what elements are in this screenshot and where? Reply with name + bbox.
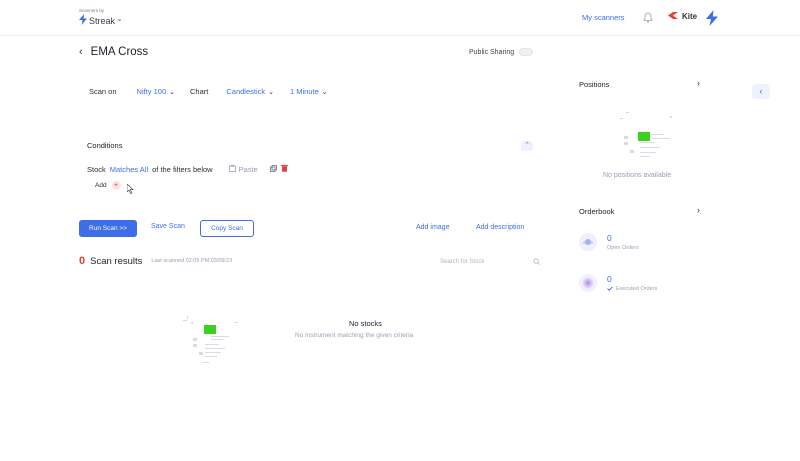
positions-title: Positions — [579, 80, 610, 89]
scan-on-dropdown[interactable]: Nifty 100 ⌄ — [137, 87, 175, 96]
empty-results-illustration — [183, 316, 239, 366]
orderbook-title: Orderbook — [579, 207, 615, 216]
copy-scan-button[interactable]: Copy Scan — [200, 220, 254, 237]
paste-button[interactable]: Paste — [228, 164, 258, 174]
interval-dropdown[interactable]: 1 Minute ⌄ — [290, 87, 328, 96]
save-scan-button[interactable]: Save Scan — [151, 223, 185, 230]
chevron-down-icon: ⌄ — [169, 88, 176, 96]
streak-bolt-button-icon[interactable] — [706, 10, 718, 28]
my-scanners-link[interactable]: My scanners — [582, 13, 625, 22]
kite-account[interactable]: Kite — [668, 12, 697, 21]
filter-row: Stock Matches All of the filters below P… — [87, 164, 288, 174]
no-positions-illustration — [620, 112, 678, 168]
chevron-down-icon: ⌄ — [268, 88, 275, 96]
scan-on-value: Nifty 100 — [136, 87, 167, 96]
run-scan-button[interactable]: Run Scan >> — [79, 220, 137, 237]
public-sharing: Public Sharing — [469, 48, 534, 56]
open-orders-count: 0 — [607, 233, 612, 243]
collapse-panel-icon[interactable]: ‹ — [752, 84, 770, 99]
interval-value: 1 Minute — [290, 87, 319, 96]
bell-icon[interactable] — [643, 12, 653, 25]
executed-orders-row: Executed Orders — [607, 285, 658, 293]
copy-icon[interactable] — [269, 164, 277, 174]
executed-orders-count: 0 — [607, 273, 612, 284]
chart-type-dropdown[interactable]: Candlestick ⌄ — [226, 87, 274, 96]
public-sharing-label: Public Sharing — [469, 48, 515, 56]
scan-on-label: Scan on — [89, 87, 117, 96]
add-description-link[interactable]: Add description — [476, 224, 524, 231]
scanners-by-text: Scanners by — [79, 8, 105, 13]
paste-label: Paste — [238, 164, 258, 174]
mouse-pointer-icon — [126, 183, 134, 196]
add-label: Add — [95, 182, 107, 189]
chevron-down-icon: ⌄ — [321, 88, 328, 96]
public-sharing-toggle[interactable] — [519, 48, 534, 56]
kite-label: Kite — [682, 12, 698, 21]
search-placeholder: Search for Stock — [440, 259, 485, 265]
delete-icon[interactable] — [280, 164, 288, 174]
filters-text: of the filters below — [152, 164, 213, 174]
brand-logo[interactable]: Scanners by Streak ™ — [79, 8, 121, 27]
results-count: 0 — [79, 255, 86, 267]
executed-orders-icon — [578, 273, 598, 293]
trademark-mark: ™ — [117, 18, 122, 23]
no-positions-text: No positions available — [603, 172, 672, 179]
executed-orders-item[interactable]: 0 Executed Orders — [578, 273, 657, 293]
stock-label: Stock — [87, 164, 106, 174]
no-stocks-title: No stocks — [349, 319, 382, 328]
collapse-conditions-icon[interactable]: ⌃ — [521, 141, 533, 151]
brand-name: Streak — [89, 15, 116, 26]
conditions-heading: Conditions — [87, 141, 123, 150]
plus-icon[interactable]: + — [111, 181, 121, 190]
stock-search-input[interactable]: Search for Stock — [440, 256, 540, 268]
scan-controls: Scan on Nifty 100 ⌄ Chart Candlestick ⌄ … — [89, 87, 328, 96]
last-scanned-text: Last scanned 02:05 PM 03/09/23 — [151, 258, 233, 264]
back-arrow-icon[interactable]: ‹ — [79, 46, 83, 58]
open-orders-label: Open Orders — [607, 245, 639, 251]
open-orders-icon — [578, 232, 598, 252]
top-bar: Scanners by Streak ™ My scanners Kite — [0, 0, 800, 36]
streak-bolt-icon — [79, 14, 87, 27]
orderbook-chevron-right-icon[interactable]: › — [697, 205, 700, 215]
search-icon[interactable] — [533, 257, 540, 267]
add-condition[interactable]: Add + — [95, 181, 121, 190]
scan-title[interactable]: EMA Cross — [91, 46, 149, 58]
no-stocks-subtitle: No instrument matching the given criteri… — [295, 332, 414, 339]
chart-type-value: Candlestick — [226, 87, 266, 96]
positions-chevron-right-icon[interactable]: › — [697, 78, 700, 88]
clipboard-icon — [228, 164, 236, 174]
open-orders-item[interactable]: 0 Open Orders — [578, 232, 639, 252]
chart-label: Chart — [190, 87, 209, 96]
scan-results-header: 0 Scan results Last scanned 02:05 PM 03/… — [79, 255, 232, 267]
executed-orders-label: Executed Orders — [616, 286, 658, 292]
add-image-link[interactable]: Add image — [416, 224, 449, 231]
match-type-dropdown[interactable]: Matches All — [110, 165, 148, 174]
kite-logo-icon — [668, 12, 678, 21]
results-title: Scan results — [90, 255, 143, 267]
checkmark-icon — [607, 285, 613, 293]
